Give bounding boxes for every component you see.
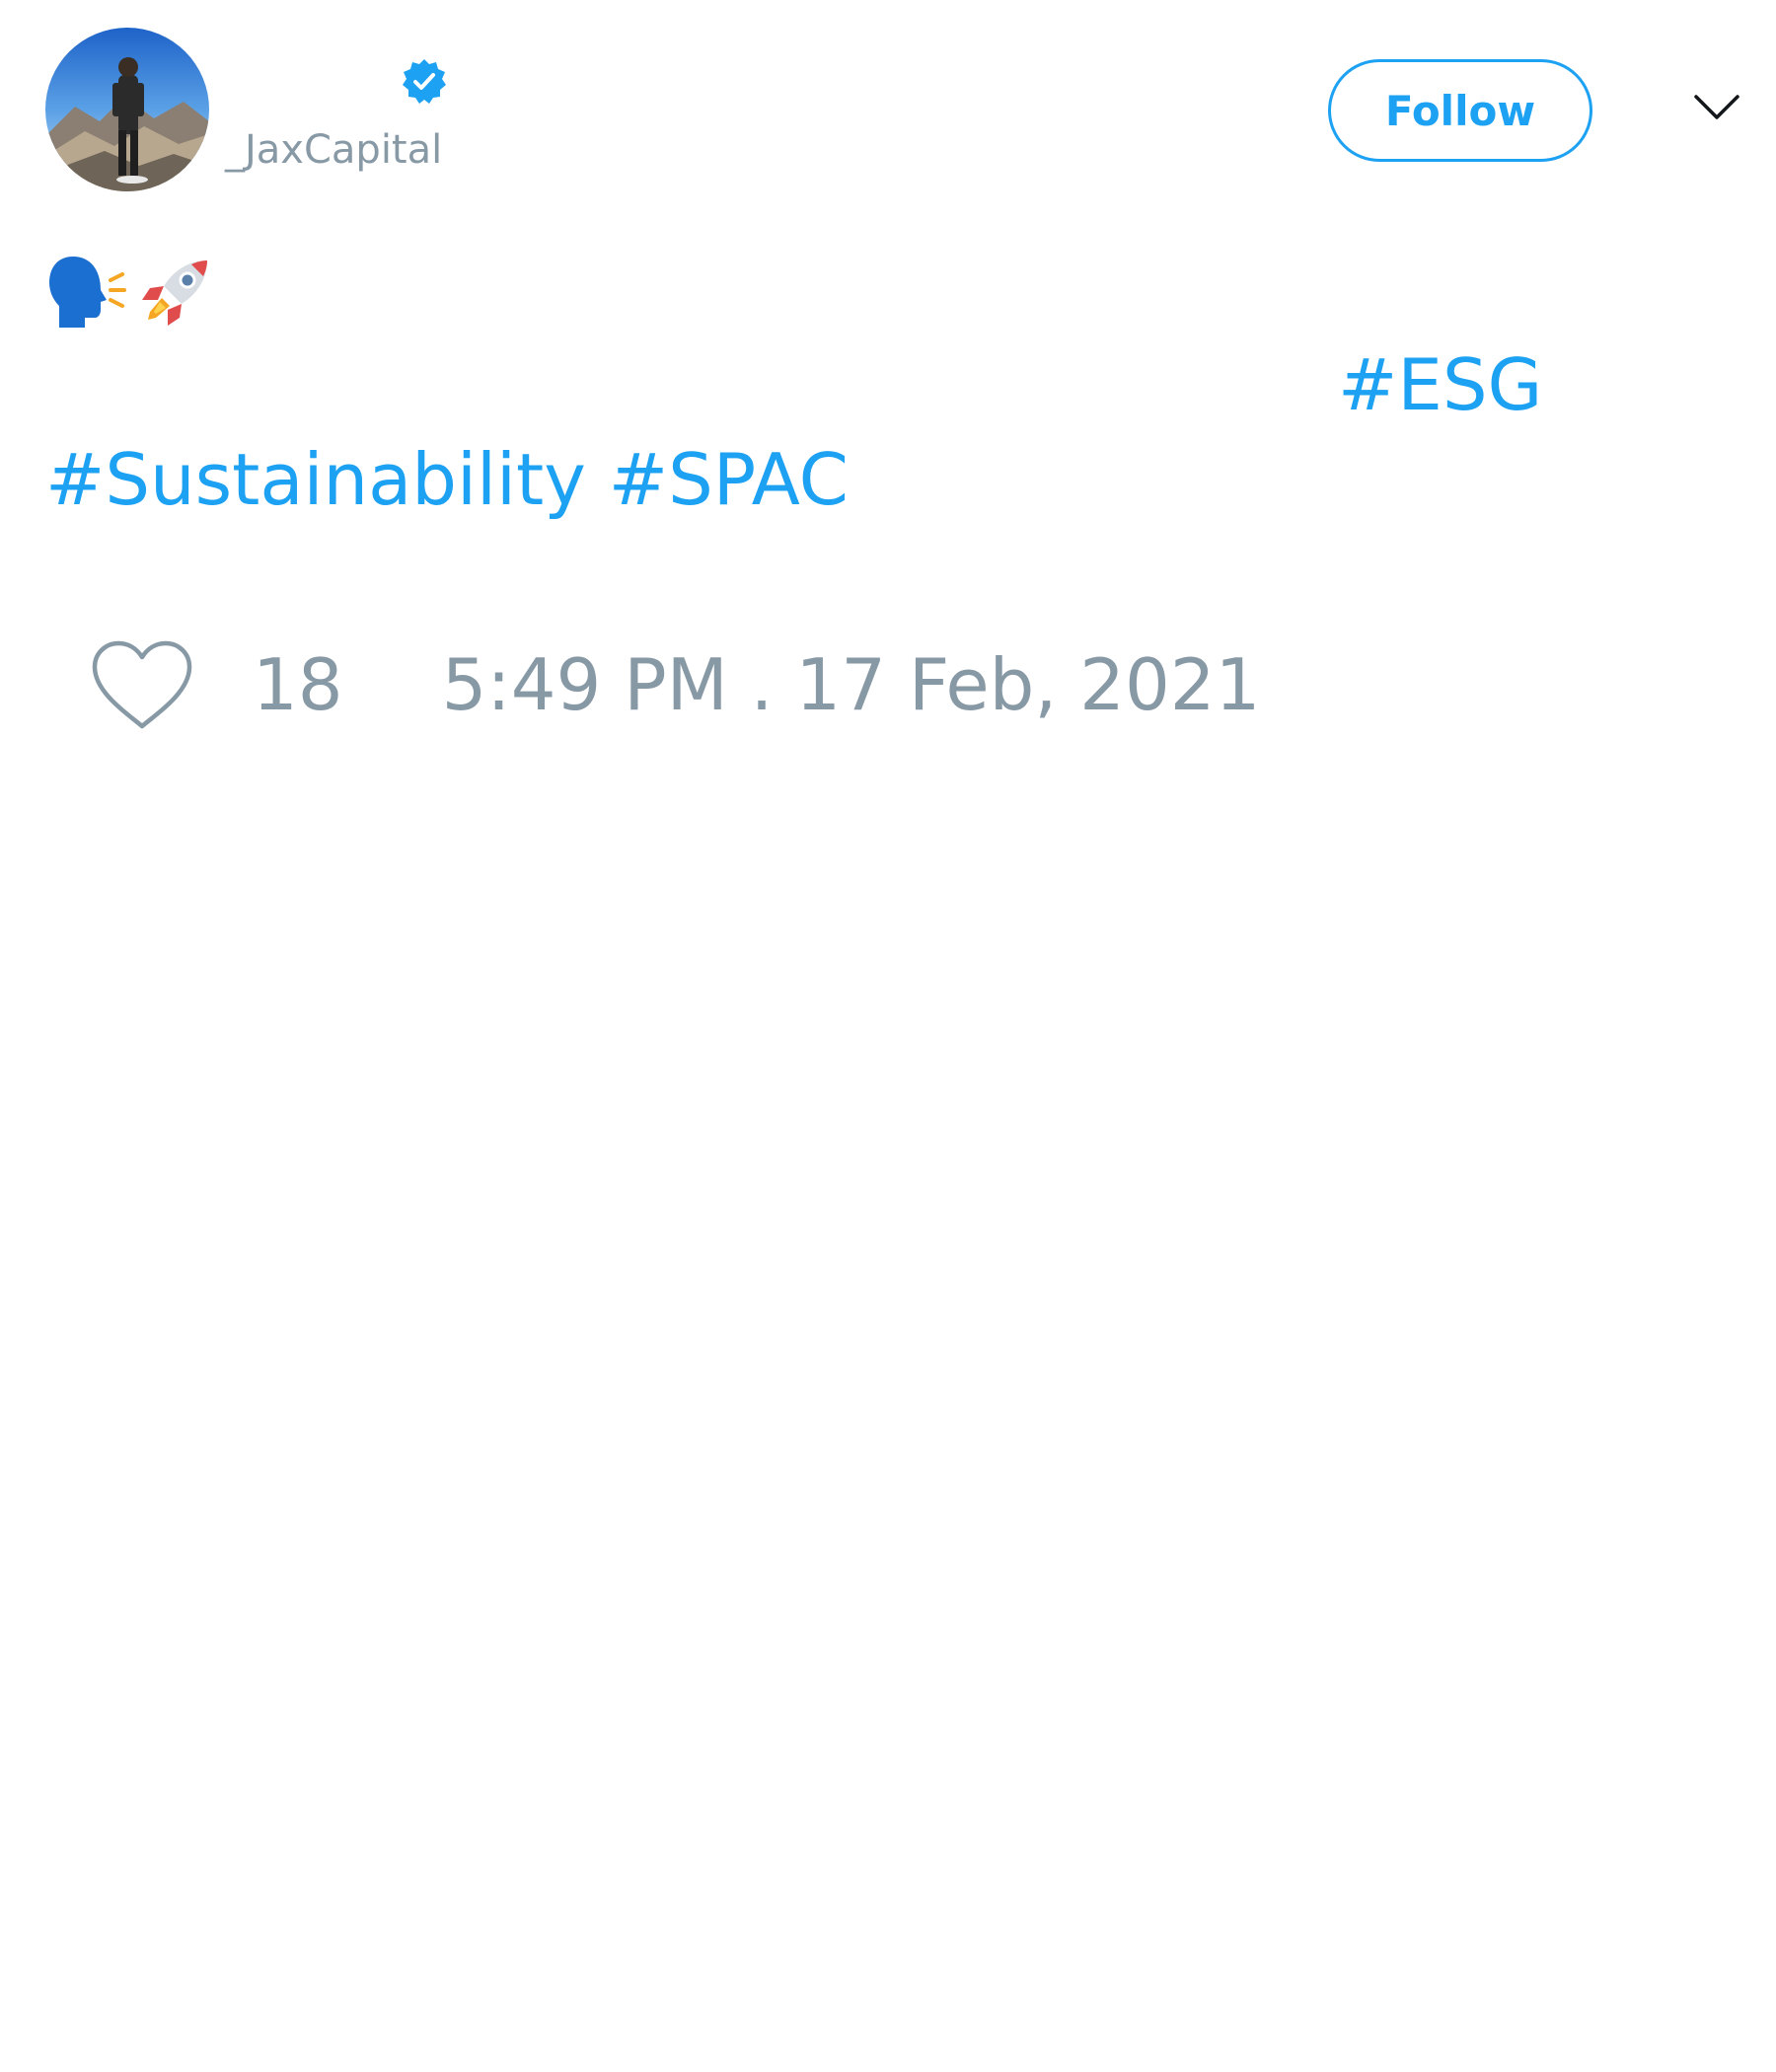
tweet-footer: 18 5:49 PM . 17 Feb, 2021	[89, 635, 1260, 734]
hashtag-sustainability[interactable]: #Sustainability	[45, 438, 586, 521]
user-handle[interactable]: _JaxCapital	[225, 126, 442, 174]
follow-button[interactable]: Follow	[1328, 59, 1592, 162]
timestamp[interactable]: 5:49 PM . 17 Feb, 2021	[442, 637, 1261, 732]
speaking-head-icon	[49, 257, 126, 328]
verified-badge-icon	[403, 59, 446, 104]
rocket-icon	[142, 260, 207, 326]
avatar-photo	[45, 28, 209, 191]
chevron-down-icon[interactable]	[1693, 91, 1740, 126]
tweet-text-line: #Sustainability #SPAC	[45, 432, 1723, 527]
like-count: 18	[253, 643, 343, 726]
tweet-text: #ESG #Sustainability #SPAC	[45, 337, 1723, 527]
hashtag-spac[interactable]: #SPAC	[609, 438, 849, 521]
hashtag-esg[interactable]: #ESG	[1338, 343, 1542, 426]
emoji-row	[45, 253, 213, 332]
avatar[interactable]	[45, 28, 209, 191]
heart-icon[interactable]	[89, 637, 195, 732]
tweet-text-line: #ESG	[45, 337, 1723, 432]
